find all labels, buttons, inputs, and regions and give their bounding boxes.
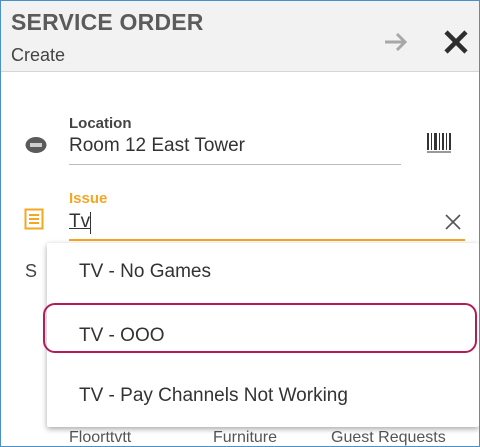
barcode-scan-button[interactable] [426,131,452,160]
building-icon [25,135,47,160]
page-subtitle: Create [11,45,66,65]
location-label: Location [69,115,132,132]
text-cursor [90,212,91,234]
selection-highlight-ring [43,303,477,353]
close-icon [444,30,468,54]
issue-input[interactable]: Tv [69,211,90,233]
dropdown-option-label: TV - No Games [79,261,211,282]
page-title: SERVICE ORDER [11,9,204,35]
dropdown-option-label: TV - Pay Channels Not Working [79,385,348,406]
dropdown-option[interactable]: TV - No Games [47,245,479,301]
tab-floor[interactable]: Floorttvtt [69,429,131,446]
tab-guest-requests[interactable]: Guest Requests [331,429,446,446]
dropdown-option[interactable]: TV - Pay Channels Not Working [47,369,479,425]
location-input[interactable]: Room 12 East Tower [69,135,245,157]
document-icon [24,208,44,235]
app-window: SERVICE ORDER Create Location Room 12 Ea… [0,0,480,447]
clear-icon [445,214,461,230]
header: SERVICE ORDER Create [1,1,479,72]
clear-button[interactable] [444,213,462,236]
location-underline [69,164,401,165]
issue-underline [69,239,465,241]
forward-button[interactable] [379,25,413,59]
issue-label: Issue [69,190,108,207]
close-button[interactable] [439,25,473,59]
arrow-right-icon [385,32,408,52]
partial-field-label: S [25,261,38,281]
barcode-icon [427,133,451,153]
tab-furniture[interactable]: Furniture [213,429,277,446]
